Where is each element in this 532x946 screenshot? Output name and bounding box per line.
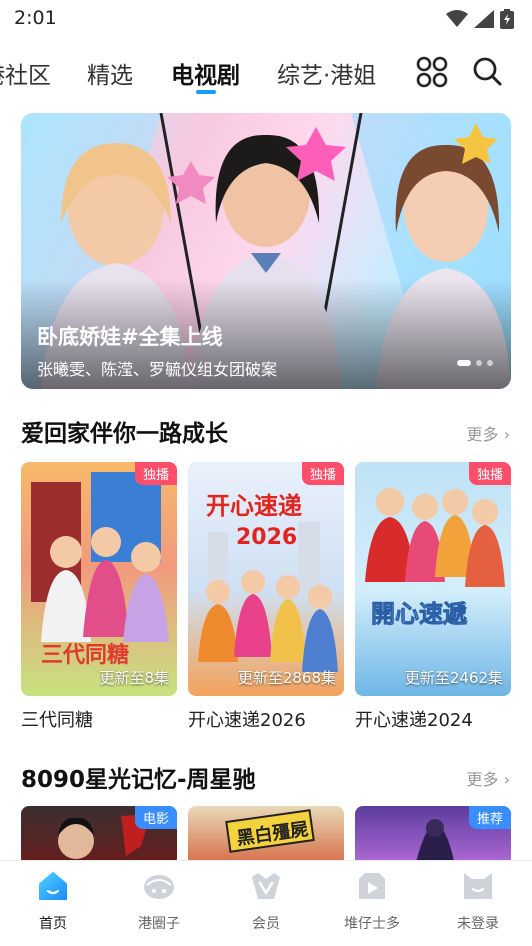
status-icons	[446, 9, 514, 29]
tab-community[interactable]: 港社区	[0, 56, 51, 90]
status-bar: 2:01	[0, 0, 532, 36]
badge: 独播	[468, 462, 511, 485]
banner-title: 卧底娇娃#全集上线	[37, 325, 223, 349]
tab-variety[interactable]: 综艺·港姐	[277, 56, 376, 90]
nav-label: 未登录	[457, 916, 499, 932]
circle-icon	[144, 875, 174, 899]
badge: 推荐	[468, 806, 511, 829]
badge: 电影	[134, 806, 177, 829]
chevron-right-icon: ›	[503, 425, 510, 444]
nav-label: 堆仔士多	[344, 916, 400, 932]
badge: 独播	[301, 462, 344, 485]
more-link-stephen-chow[interactable]: 更多 ›	[466, 766, 510, 790]
banner-pagination	[457, 360, 493, 366]
more-label: 更多	[466, 425, 499, 444]
card-title: 开心速递2024	[355, 710, 473, 731]
show-card[interactable]: 三代同糖 独播 更新至8集 三代同糖	[21, 462, 177, 732]
banner-dot	[487, 360, 493, 366]
show-card[interactable]: 开心速递 2026 独播 更新至2868集 开心速递2026	[188, 462, 344, 732]
status-time: 2:01	[14, 7, 57, 29]
banner-dot	[476, 360, 482, 366]
nav-circle[interactable]: 港圈子	[119, 869, 199, 933]
tab-featured[interactable]: 精选	[87, 56, 133, 90]
poster-artwork: 开心速递 2026	[198, 492, 338, 672]
banner-subtitle: 张曦雯、陈滢、罗毓仪组女团破案	[37, 360, 278, 379]
movie-card[interactable]: 黑白殭屍	[188, 806, 344, 866]
poster-artwork: 開心速遞	[365, 488, 505, 628]
movie-card[interactable]: 电影	[21, 806, 177, 866]
banner-dot-active	[457, 360, 471, 366]
nav-home[interactable]: 首页	[13, 869, 93, 933]
grid-icon[interactable]	[416, 56, 448, 88]
nav-vip[interactable]: 会员	[226, 869, 306, 933]
hero-banner[interactable]: 卧底娇娃#全集上线 张曦雯、陈滢、罗毓仪组女团破案	[21, 113, 511, 389]
signal-icon	[474, 10, 494, 28]
bottom-nav: 首页 港圈子 会员 堆仔士多 未登录	[0, 860, 532, 946]
poster: 开心速递 2026 独播 更新至2868集	[188, 462, 344, 696]
card-title: 三代同糖	[21, 710, 93, 731]
episode-caption: 更新至2462集	[404, 669, 503, 687]
more-label: 更多	[466, 770, 499, 789]
nav-label: 港圈子	[138, 916, 180, 932]
poster: 三代同糖 独播 更新至8集	[21, 462, 177, 696]
battery-icon	[500, 9, 514, 29]
poster-artwork: 黑白殭屍	[225, 809, 315, 853]
poster: 推荐	[355, 806, 511, 866]
tab-indicator	[196, 90, 216, 94]
movie-card[interactable]: 推荐	[355, 806, 511, 866]
top-tab-bar: 港社区 精选 电视剧 综艺·港姐	[0, 44, 532, 100]
poster-text: 三代同糖	[41, 642, 129, 668]
wifi-icon	[446, 10, 468, 27]
poster-artwork: 三代同糖	[31, 472, 169, 668]
home-icon	[39, 872, 67, 900]
poster-year: 2026	[236, 525, 297, 550]
poster: 电影	[21, 806, 177, 866]
section-title-stephen-chow: 8090星光记忆-周星驰	[21, 767, 256, 793]
section-title-home: 爱回家伴你一路成长	[21, 421, 228, 447]
search-icon[interactable]	[472, 56, 504, 88]
vip-icon	[252, 873, 280, 899]
poster: 黑白殭屍	[188, 806, 344, 866]
store-icon	[359, 873, 385, 899]
nav-label: 会员	[252, 916, 280, 932]
card-title: 开心速递2026	[188, 710, 306, 731]
show-card[interactable]: 開心速遞 独播 更新至2462集 开心速递2024	[355, 462, 511, 732]
episode-caption: 更新至8集	[99, 669, 169, 687]
episode-caption: 更新至2868集	[237, 669, 336, 687]
chevron-right-icon: ›	[503, 770, 510, 789]
badge: 独播	[134, 462, 177, 485]
poster-text: 开心速递	[206, 492, 302, 520]
nav-profile[interactable]: 未登录	[438, 869, 518, 933]
tab-tv-series[interactable]: 电视剧	[171, 56, 240, 90]
more-link-home[interactable]: 更多 ›	[466, 421, 510, 445]
nav-store[interactable]: 堆仔士多	[332, 869, 412, 933]
nav-label: 首页	[39, 916, 67, 932]
poster-text: 開心速遞	[371, 600, 468, 628]
profile-icon	[464, 873, 492, 899]
poster: 開心速遞 独播 更新至2462集	[355, 462, 511, 696]
